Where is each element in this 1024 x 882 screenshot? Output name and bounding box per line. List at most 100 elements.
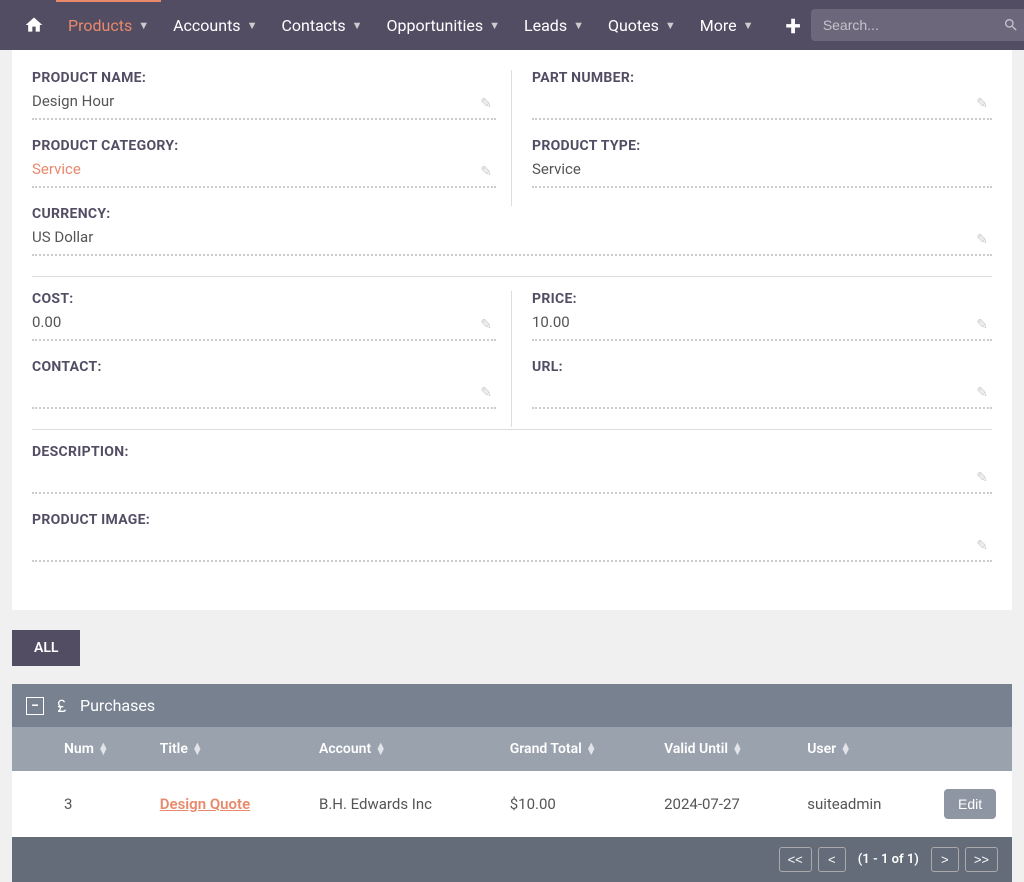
field-price: PRICE: 10.00 ✎ <box>532 291 992 341</box>
page-prev[interactable]: < <box>818 847 846 872</box>
edit-button[interactable]: Edit <box>944 789 996 819</box>
cell-account: B.H. Edwards Inc <box>307 771 498 837</box>
navbar: Products ▼ Accounts ▼ Contacts ▼ Opportu… <box>0 0 1024 50</box>
field-value[interactable]: Service <box>32 160 496 188</box>
field-value: 0.00 <box>32 313 496 341</box>
cell-num: 3 <box>52 771 148 837</box>
field-value: 10.00 <box>532 313 992 341</box>
column-account[interactable]: Account▲▼ <box>307 727 498 771</box>
field-value <box>32 466 992 494</box>
nav-tabs: Products ▼ Accounts ▼ Contacts ▼ Opportu… <box>56 0 766 50</box>
chevron-down-icon: ▼ <box>743 19 754 32</box>
column-user[interactable]: User▲▼ <box>795 727 932 771</box>
field-url: URL: ✎ <box>532 359 992 409</box>
field-value: Design Hour <box>32 92 496 120</box>
panel-title: Purchases <box>80 696 155 715</box>
field-label: CURRENCY: <box>32 206 992 222</box>
field-label: CONTACT: <box>32 359 496 375</box>
column-valid-until[interactable]: Valid Until▲▼ <box>652 727 795 771</box>
pencil-icon[interactable]: ✎ <box>480 164 492 180</box>
nav-contacts[interactable]: Contacts ▼ <box>269 0 374 50</box>
nav-label: Contacts <box>281 16 345 35</box>
page-first[interactable]: << <box>779 847 812 872</box>
sort-icon: ▲▼ <box>375 743 386 755</box>
field-currency: CURRENCY: US Dollar ✎ <box>32 206 992 256</box>
panel-header: − Purchases <box>12 684 1012 727</box>
field-product-image: PRODUCT IMAGE: ✎ <box>32 512 992 562</box>
nav-more[interactable]: More ▼ <box>688 0 766 50</box>
pencil-icon[interactable]: ✎ <box>976 470 988 486</box>
pagination: << < (1 - 1 of 1) > >> <box>12 837 1012 882</box>
field-label: DESCRIPTION: <box>32 444 992 460</box>
field-value <box>32 534 992 562</box>
tab-label: ALL <box>34 640 58 656</box>
nav-label: Quotes <box>608 16 659 35</box>
chevron-down-icon: ▼ <box>489 19 500 32</box>
field-label: PRODUCT NAME: <box>32 70 496 86</box>
pencil-icon[interactable]: ✎ <box>976 317 988 333</box>
page-last[interactable]: >> <box>965 847 998 872</box>
field-label: PRODUCT TYPE: <box>532 138 992 154</box>
add-icon[interactable]: + <box>776 9 811 42</box>
sort-icon: ▲▼ <box>98 743 109 755</box>
home-icon[interactable] <box>12 15 56 35</box>
column-num[interactable]: Num▲▼ <box>52 727 148 771</box>
collapse-button[interactable]: − <box>26 697 44 715</box>
search-input[interactable] <box>811 9 1024 41</box>
tab-all[interactable]: ALL <box>12 630 80 666</box>
chevron-down-icon: ▼ <box>665 19 676 32</box>
pencil-icon[interactable]: ✎ <box>480 317 492 333</box>
page-info: (1 - 1 of 1) <box>852 852 925 867</box>
sort-icon: ▲▼ <box>586 743 597 755</box>
nav-quotes[interactable]: Quotes ▼ <box>596 0 688 50</box>
nav-label: Leads <box>524 16 567 35</box>
pencil-icon[interactable]: ✎ <box>976 96 988 112</box>
search-box <box>811 9 1024 41</box>
pencil-icon[interactable]: ✎ <box>480 96 492 112</box>
purchases-table: Num▲▼ Title▲▼ Account▲▼ Grand Total▲▼ Va… <box>12 727 1012 837</box>
nav-label: Accounts <box>173 16 240 35</box>
cell-title[interactable]: Design Quote <box>148 771 307 837</box>
chevron-down-icon: ▼ <box>352 19 363 32</box>
field-label: COST: <box>32 291 496 307</box>
nav-label: Products <box>68 16 132 35</box>
field-value <box>32 381 496 409</box>
nav-label: More <box>700 16 737 35</box>
nav-leads[interactable]: Leads ▼ <box>512 0 596 50</box>
purchases-panel: − Purchases Num▲▼ Title▲▼ Account▲▼ Gran… <box>12 684 1012 882</box>
page-next[interactable]: > <box>931 847 959 872</box>
nav-opportunities[interactable]: Opportunities ▼ <box>375 0 512 50</box>
chevron-down-icon: ▼ <box>573 19 584 32</box>
field-contact: CONTACT: ✎ <box>32 359 496 409</box>
field-cost: COST: 0.00 ✎ <box>32 291 496 341</box>
field-value: US Dollar <box>32 228 992 256</box>
field-label: URL: <box>532 359 992 375</box>
sort-icon: ▲▼ <box>192 743 203 755</box>
pencil-icon[interactable]: ✎ <box>976 538 988 554</box>
column-grand-total[interactable]: Grand Total▲▼ <box>498 727 652 771</box>
sort-icon: ▲▼ <box>732 743 743 755</box>
field-value <box>532 92 992 120</box>
field-label: PRODUCT IMAGE: <box>32 512 992 528</box>
field-description: DESCRIPTION: ✎ <box>32 444 992 494</box>
cell-valid-until: 2024-07-27 <box>652 771 795 837</box>
pencil-icon[interactable]: ✎ <box>976 385 988 401</box>
field-label: PRICE: <box>532 291 992 307</box>
nav-label: Opportunities <box>387 16 484 35</box>
chevron-down-icon: ▼ <box>247 19 258 32</box>
chevron-down-icon: ▼ <box>138 19 149 32</box>
nav-products[interactable]: Products ▼ <box>56 0 161 49</box>
field-value: Service <box>532 160 992 188</box>
field-label: PRODUCT CATEGORY: <box>32 138 496 154</box>
column-title[interactable]: Title▲▼ <box>148 727 307 771</box>
table-row: 3 Design Quote B.H. Edwards Inc $10.00 2… <box>12 771 1012 837</box>
pencil-icon[interactable]: ✎ <box>976 232 988 248</box>
pencil-icon[interactable]: ✎ <box>480 385 492 401</box>
relation-tabs: ALL <box>12 630 1012 666</box>
nav-accounts[interactable]: Accounts ▼ <box>161 0 269 50</box>
cell-grand-total: $10.00 <box>498 771 652 837</box>
sort-icon: ▲▼ <box>840 743 851 755</box>
field-label: PART NUMBER: <box>532 70 992 86</box>
field-product-category: PRODUCT CATEGORY: Service ✎ <box>32 138 496 188</box>
detail-panel: PRODUCT NAME: Design Hour ✎ PART NUMBER:… <box>12 50 1012 610</box>
